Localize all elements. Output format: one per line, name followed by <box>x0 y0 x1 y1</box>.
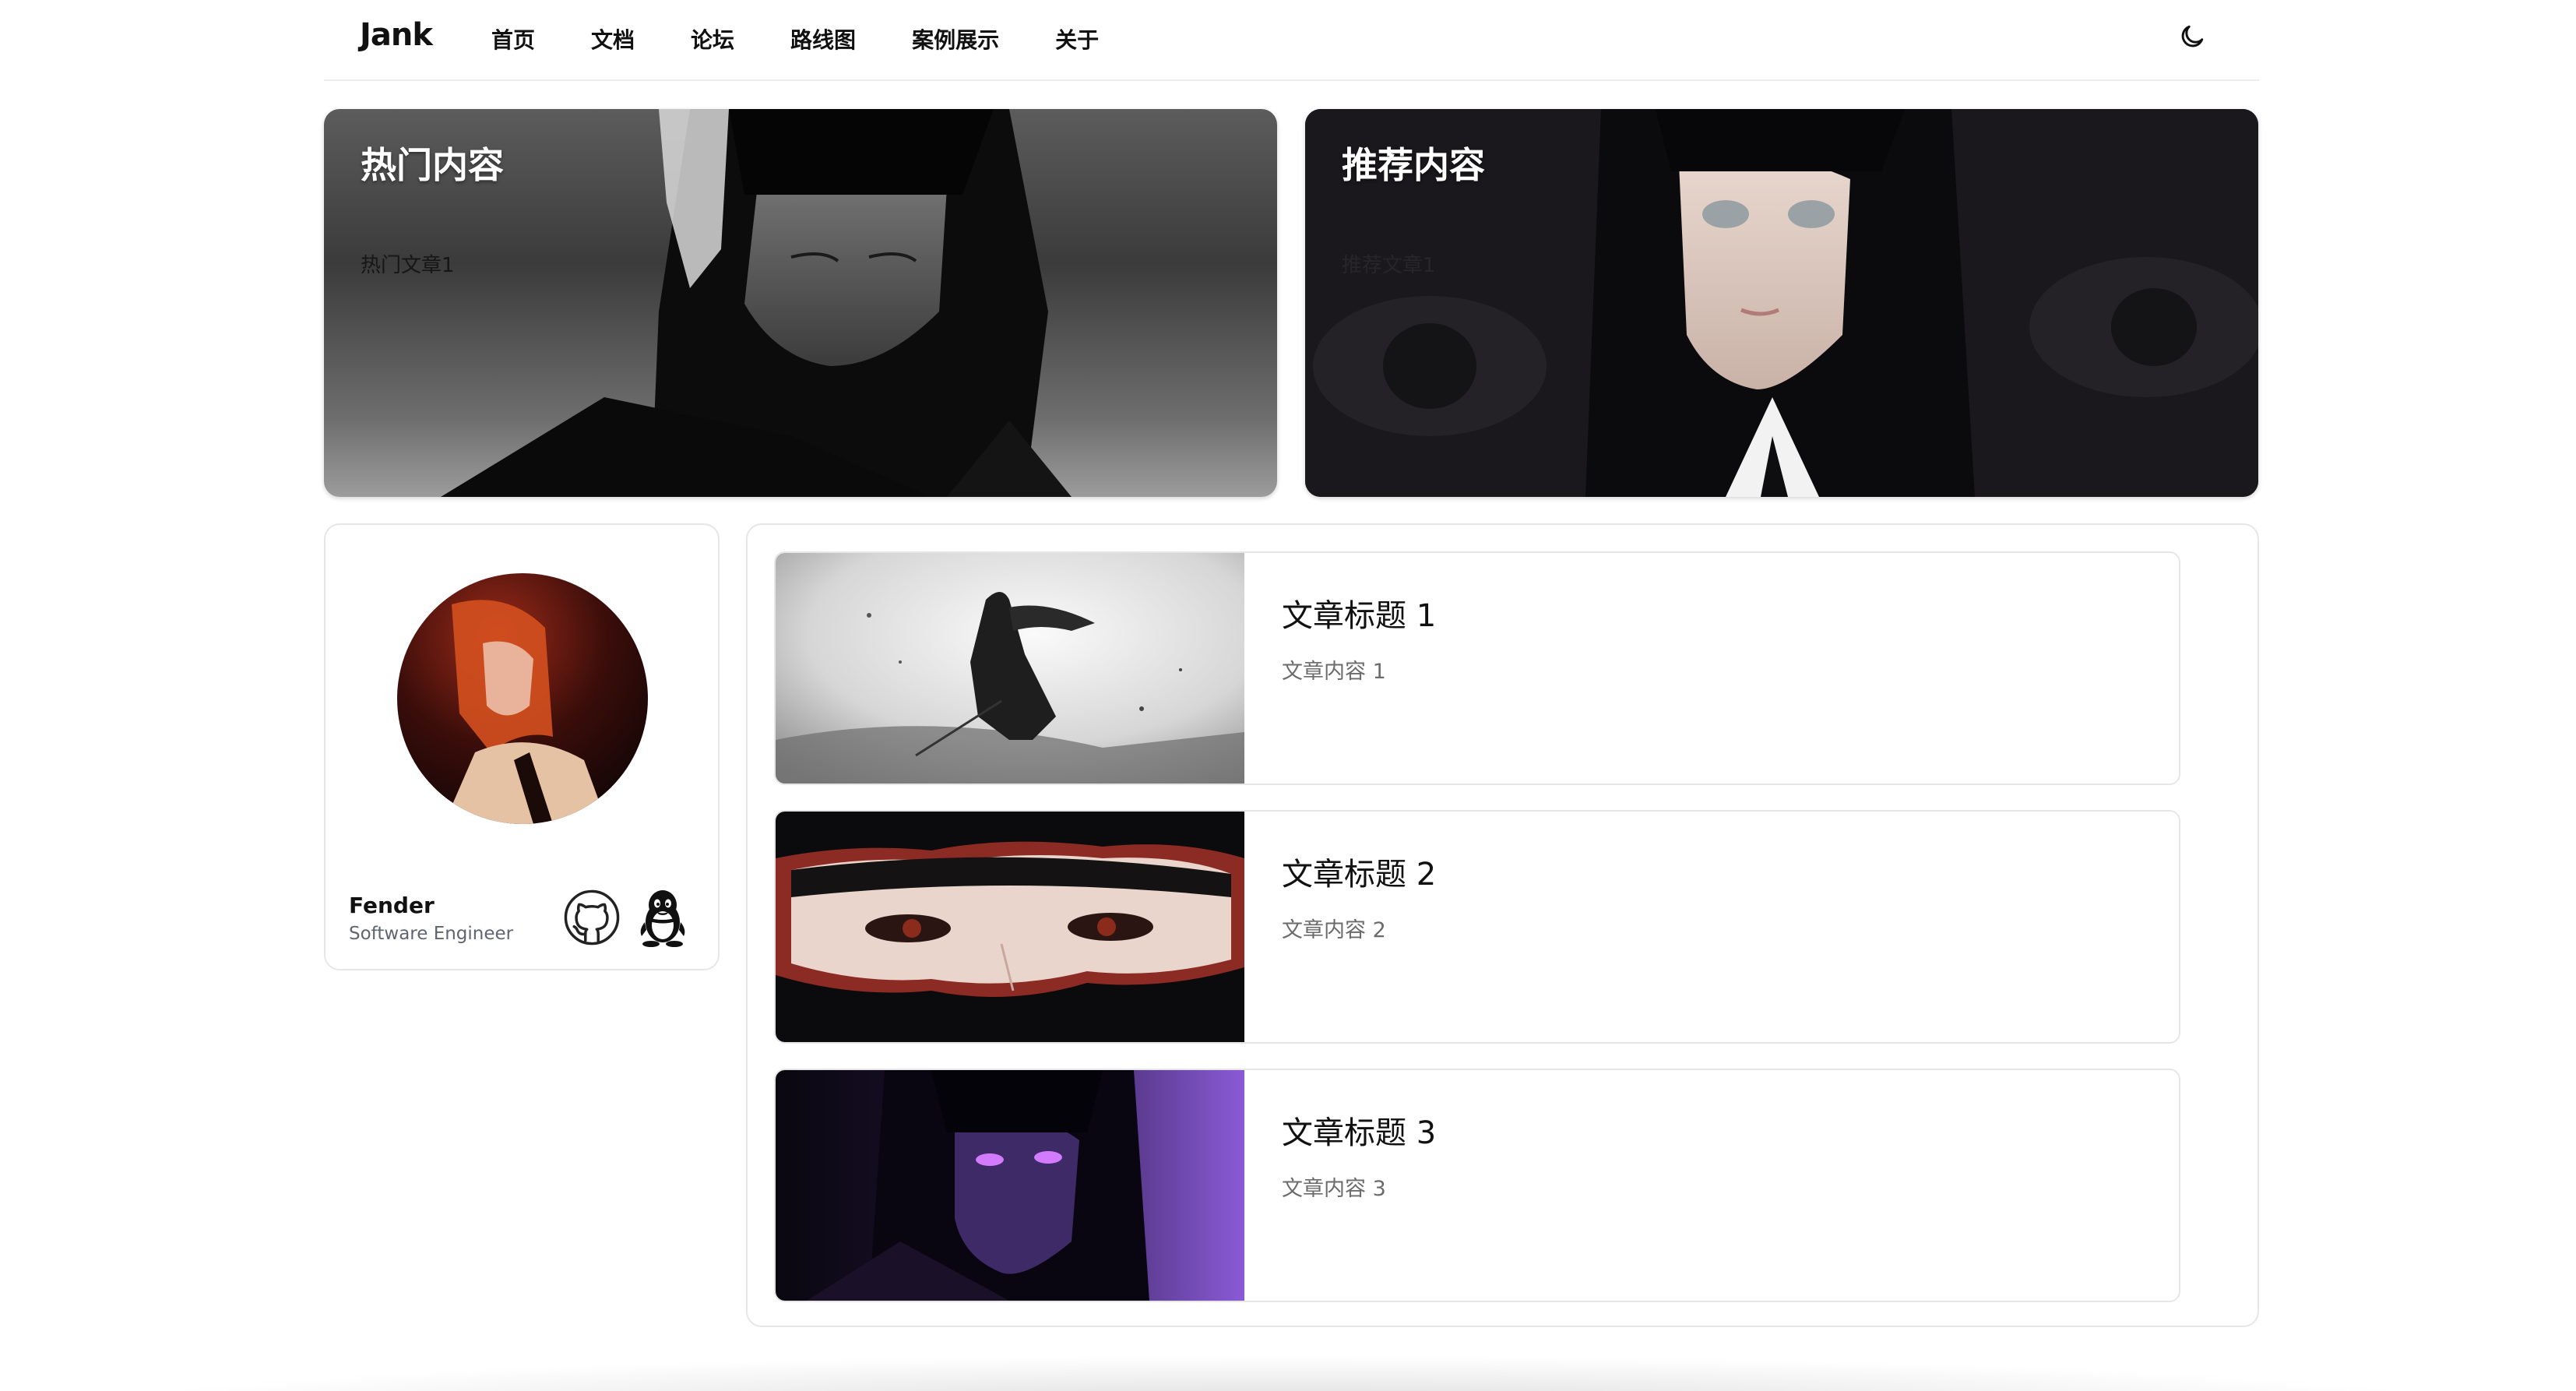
page-bottom-shadow <box>117 1355 2453 1391</box>
qq-link[interactable] <box>637 888 688 947</box>
article-card-1[interactable]: 文章标题 1 文章内容 1 <box>774 551 2180 785</box>
profile-role: Software Engineer <box>349 924 514 944</box>
article-card-3[interactable]: 文章标题 3 文章内容 3 <box>774 1069 2180 1302</box>
article-title-3: 文章标题 3 <box>1282 1115 1437 1151</box>
article-card-2[interactable]: 文章标题 2 文章内容 2 <box>774 810 2180 1044</box>
github-icon <box>564 889 620 946</box>
article-excerpt-2: 文章内容 2 <box>1282 918 1386 942</box>
nav-item-roadmap[interactable]: 路线图 <box>790 23 856 55</box>
hot-content-title: 热门内容 <box>361 144 504 186</box>
recommended-content-title: 推荐内容 <box>1342 144 1485 186</box>
top-navbar: Jank 首页 文档 论坛 路线图 案例展示 关于 <box>324 0 2259 81</box>
article-thumbnail-2 <box>776 812 1244 1042</box>
articles-panel: 文章标题 1 文章内容 1 文章标题 2 文章内容 2 文章标题 3 文章内容 … <box>746 523 2259 1327</box>
theme-toggle-button[interactable] <box>2178 23 2206 51</box>
article-excerpt-3: 文章内容 3 <box>1282 1177 1386 1201</box>
main-nav: 首页 文档 论坛 路线图 案例展示 关于 <box>491 23 1155 55</box>
nav-item-about[interactable]: 关于 <box>1055 23 1099 55</box>
hot-content-card[interactable]: 热门内容 热门文章1 <box>324 109 1277 497</box>
qq-icon <box>640 890 685 947</box>
recommended-content-card[interactable]: 推荐内容 推荐文章1 <box>1305 109 2258 497</box>
avatar <box>397 573 648 824</box>
recommended-article-link[interactable]: 推荐文章1 <box>1342 249 1436 278</box>
nav-item-showcase[interactable]: 案例展示 <box>912 23 999 55</box>
site-logo[interactable]: Jank <box>360 17 433 53</box>
article-thumbnail-1 <box>776 553 1244 784</box>
github-link[interactable] <box>562 888 621 947</box>
hot-article-link[interactable]: 热门文章1 <box>361 249 455 278</box>
nav-item-docs[interactable]: 文档 <box>591 23 635 55</box>
article-title-1: 文章标题 1 <box>1282 598 1437 634</box>
nav-item-home[interactable]: 首页 <box>491 23 535 55</box>
article-title-2: 文章标题 2 <box>1282 857 1437 893</box>
article-excerpt-1: 文章内容 1 <box>1282 660 1386 684</box>
nav-item-forum[interactable]: 论坛 <box>691 23 734 55</box>
moon-icon <box>2181 25 2204 48</box>
profile-name: Fender <box>349 893 435 918</box>
profile-card: Fender Software Engineer <box>324 523 720 970</box>
article-thumbnail-3 <box>776 1070 1244 1301</box>
